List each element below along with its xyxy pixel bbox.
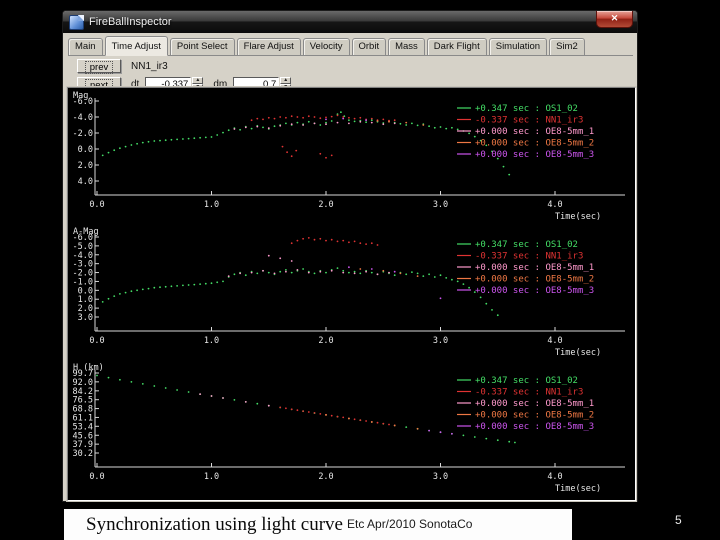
x-tick-label: 2.0	[318, 336, 333, 346]
x-tick-label: 0.0	[89, 200, 104, 210]
series-NN1_ir3	[279, 406, 396, 427]
tab-point-select[interactable]: Point Select	[169, 38, 235, 55]
tab-main[interactable]: Main	[68, 38, 103, 55]
y-tick-label: 2.0	[78, 161, 93, 171]
chart-amag: A-Mag-6.0-5.0-4.0-3.0-2.0-1.00.01.02.03.…	[73, 227, 625, 358]
x-tick-label: 2.0	[318, 472, 333, 482]
x-tick-label: 3.0	[433, 200, 448, 210]
series-OE8-5mm_1	[227, 254, 390, 277]
station-label: NN1_ir3	[131, 60, 168, 72]
plot-panel: Mag -6.0 -4.0 -2.0 0.0 2.0 4.0 0.0 1.0 2.0 3.0 4.0 T…	[67, 87, 636, 501]
legend-entry-label: -0.337 sec : NN1_ir3	[475, 388, 583, 398]
x-tick-label: 3.0	[433, 336, 448, 346]
tab-bar: Main Time Adjust Point Select Flare Adjust V…	[68, 36, 633, 56]
x-tick-label: 0.0	[89, 336, 104, 346]
slide: FireBallInspector ✕ Main Time Adjust Point…	[0, 0, 720, 540]
x-tick-label: 1.0	[204, 472, 219, 482]
app-window: FireBallInspector ✕ Main Time Adjust Point…	[62, 10, 638, 502]
prev-button[interactable]: prev	[77, 59, 121, 74]
series-OE8-5mm_3	[428, 429, 453, 435]
x-tick-label: 4.0	[547, 200, 562, 210]
close-button[interactable]: ✕	[596, 11, 633, 28]
footer-strip: Synchronization using light curve Etc Ap…	[64, 509, 572, 540]
series-NN1_ir3	[250, 114, 396, 159]
x-tick-label: 2.0	[318, 200, 333, 210]
tab-mass[interactable]: Mass	[388, 38, 425, 55]
tab-dark-flight[interactable]: Dark Flight	[426, 38, 487, 55]
series-OS1_02	[101, 111, 511, 176]
y-tick-label: 30.2	[73, 449, 93, 459]
tab-velocity[interactable]: Velocity	[302, 38, 350, 55]
series-OS1_02	[96, 374, 516, 444]
tab-flare-adjust[interactable]: Flare Adjust	[236, 38, 301, 55]
app-icon	[69, 14, 84, 30]
legend-entry-label: +0.000 sec : OE8-5mm_2	[475, 411, 594, 421]
series-OE8-5mm_3	[348, 266, 442, 300]
tab-time-adjust[interactable]: Time Adjust	[104, 36, 168, 56]
page-number: 5	[675, 513, 682, 527]
legend-entry-label: -0.337 sec : NN1_ir3	[475, 252, 583, 262]
x-axis-label: Time(sec)	[555, 212, 601, 222]
legend-entry-label: +0.000 sec : OE8-5mm_1	[475, 263, 594, 273]
legend-entry-label: +0.000 sec : OE8-5mm_3	[475, 150, 594, 160]
legend-entry-label: +0.000 sec : OE8-5mm_1	[475, 399, 594, 409]
y-tick-label: 0.0	[78, 145, 93, 155]
slide-credit: Etc Apr/2010 SonotaCo	[347, 517, 473, 531]
x-axis-label: Time(sec)	[555, 484, 601, 494]
close-icon: ✕	[610, 13, 619, 23]
legend-entry-label: +0.000 sec : OE8-5mm_3	[475, 422, 594, 432]
x-axis-label: Time(sec)	[555, 348, 601, 358]
x-tick-label: 1.0	[204, 336, 219, 346]
legend-entry-label: +0.347 sec : OS1_02	[475, 104, 578, 114]
y-tick-label: -6.0	[73, 97, 93, 107]
legend-entry-label: +0.347 sec : OS1_02	[475, 240, 578, 250]
legend-entry-label: +0.347 sec : OS1_02	[475, 376, 578, 386]
tab-orbit[interactable]: Orbit	[351, 38, 387, 55]
x-tick-label: 0.0	[89, 472, 104, 482]
series-OS1_02	[101, 267, 499, 317]
slide-caption: Synchronization using light curve	[86, 514, 343, 535]
tab-sim2[interactable]: Sim2	[549, 38, 585, 55]
title-bar[interactable]: FireBallInspector ✕	[63, 11, 637, 33]
chart-height: H (km)99.792.084.276.568.861.153.445.637…	[73, 363, 625, 494]
dm-spin-up-icon[interactable]: ▲	[280, 77, 292, 84]
tab-simulation[interactable]: Simulation	[488, 38, 548, 55]
x-tick-label: 1.0	[204, 200, 219, 210]
x-tick-label: 4.0	[547, 472, 562, 482]
x-tick-label: 3.0	[433, 472, 448, 482]
toolbar-row-1: prev NN1_ir3	[77, 58, 637, 74]
chart-mag: Mag-6.0-4.0-2.00.02.04.00.0 1.0 2.0 3.0 4.0T…	[73, 91, 625, 222]
legend-entry-label: +0.000 sec : OE8-5mm_2	[475, 139, 594, 149]
y-tick-label: -2.0	[73, 129, 93, 139]
legend-entry-label: +0.000 sec : OE8-5mm_1	[475, 127, 594, 137]
legend-entry-label: +0.000 sec : OE8-5mm_3	[475, 286, 594, 296]
dt-spin-up-icon[interactable]: ▲	[192, 77, 204, 84]
y-tick-label: -4.0	[73, 113, 93, 123]
series-OE8-5mm_2	[325, 414, 419, 430]
window-title: FireBallInspector	[89, 16, 172, 28]
legend-entry-label: -0.337 sec : NN1_ir3	[475, 116, 583, 126]
x-tick-label: 4.0	[547, 336, 562, 346]
y-tick-label: 3.0	[78, 313, 93, 323]
series-NN1_ir3	[290, 237, 379, 246]
y-tick-label: 4.0	[78, 177, 93, 187]
legend-entry-label: +0.000 sec : OE8-5mm_2	[475, 275, 594, 285]
